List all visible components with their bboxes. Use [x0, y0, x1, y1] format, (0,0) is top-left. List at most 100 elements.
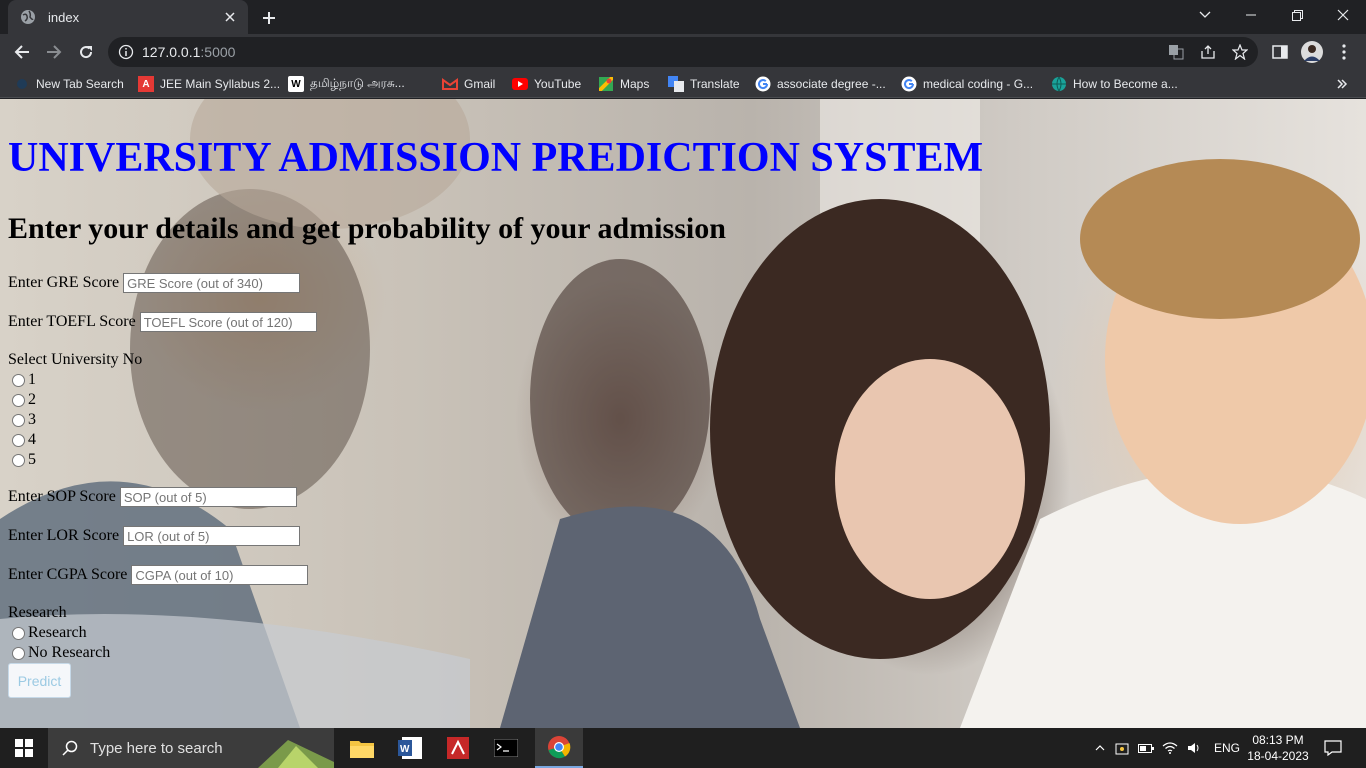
site-info-icon[interactable]	[118, 44, 134, 60]
share-icon[interactable]	[1200, 44, 1216, 60]
university-radio-3[interactable]: 3	[12, 411, 36, 429]
search-icon	[14, 76, 30, 92]
url-text: 127.0.0.1:5000	[142, 44, 236, 60]
battery-icon[interactable]	[1134, 743, 1158, 753]
taskbar-clock[interactable]: 08:13 PM 18-04-2023	[1244, 732, 1312, 764]
pdf-app-icon[interactable]	[434, 728, 482, 768]
side-panel-icon[interactable]	[1268, 40, 1292, 64]
bookmark-item[interactable]: Maps	[598, 76, 649, 92]
bookmark-item[interactable]: How to Become a...	[1051, 76, 1178, 92]
radio-button[interactable]	[12, 413, 25, 427]
sop-input[interactable]	[119, 487, 297, 507]
word-icon[interactable]: W	[386, 728, 434, 768]
gre-input[interactable]	[123, 273, 301, 293]
research-label: Research	[8, 604, 67, 621]
browser-toolbar: 127.0.0.1:5000	[0, 34, 1366, 70]
lor-row: Enter LOR Score	[8, 526, 301, 546]
browser-tab-strip: index	[0, 0, 1366, 34]
toefl-row: Enter TOEFL Score	[8, 312, 317, 332]
predict-button[interactable]: Predict	[8, 663, 71, 698]
university-radio-2[interactable]: 2	[12, 391, 36, 409]
radio-button[interactable]	[12, 393, 25, 407]
language-indicator[interactable]: ENG	[1214, 741, 1240, 755]
back-arrow-icon[interactable]	[10, 40, 34, 64]
minimize-icon[interactable]	[1228, 0, 1274, 30]
research-radio-no[interactable]: No Research	[12, 644, 110, 662]
university-radio-5[interactable]: 5	[12, 451, 36, 469]
terminal-icon[interactable]	[482, 728, 530, 768]
radio-label: 1	[28, 371, 36, 388]
windows-start-icon[interactable]	[0, 728, 48, 768]
cgpa-row: Enter CGPA Score	[8, 565, 309, 585]
radio-label: 3	[28, 411, 36, 428]
radio-label: 2	[28, 391, 36, 408]
university-radio-4[interactable]: 4	[12, 431, 36, 449]
restore-icon[interactable]	[1274, 0, 1320, 30]
radio-button[interactable]	[12, 453, 25, 467]
bookmark-label: தமிழ்நாடு அரசு...	[310, 76, 405, 90]
research-radio-yes[interactable]: Research	[12, 624, 87, 642]
bookmark-item[interactable]: associate degree -...	[755, 76, 886, 92]
radio-button[interactable]	[12, 433, 25, 447]
close-tab-icon[interactable]	[220, 7, 240, 27]
page-title: UNIVERSITY ADMISSION PREDICTION SYSTEM	[8, 135, 984, 181]
clock-time: 08:13 PM	[1252, 733, 1304, 747]
bookmark-item[interactable]: medical coding - G...	[901, 76, 1033, 92]
search-highlight-icon	[258, 732, 334, 768]
file-explorer-icon[interactable]	[338, 728, 386, 768]
page-subtitle: Enter your details and get probability o…	[8, 212, 726, 245]
browser-tab[interactable]: index	[8, 0, 248, 34]
university-label: Select University No	[8, 351, 143, 368]
cgpa-label: Enter CGPA Score	[8, 566, 128, 583]
chevron-up-icon[interactable]	[1090, 745, 1110, 751]
tab-title: index	[48, 9, 80, 25]
volume-icon[interactable]	[1182, 742, 1206, 754]
lor-label: Enter LOR Score	[8, 527, 120, 544]
bookmark-label: New Tab Search	[36, 77, 124, 91]
translate-icon	[668, 76, 684, 92]
radio-label: No Research	[28, 644, 111, 661]
bookmark-label: Gmail	[464, 77, 496, 91]
globe-icon	[20, 9, 36, 25]
bookmark-label: medical coding - G...	[923, 77, 1034, 91]
profile-avatar[interactable]	[1300, 40, 1324, 64]
notification-icon[interactable]	[1318, 728, 1348, 768]
background-photo	[0, 99, 1366, 728]
security-icon[interactable]	[1110, 741, 1134, 755]
gre-label: Enter GRE Score	[8, 274, 120, 291]
bookmark-label: JEE Main Syllabus 2...	[160, 77, 281, 91]
radio-button[interactable]	[12, 646, 25, 660]
gmail-icon	[442, 76, 458, 92]
wifi-icon[interactable]	[1158, 742, 1182, 754]
google-icon	[901, 76, 917, 92]
bookmark-item[interactable]: Translate	[668, 76, 740, 92]
university-radio-1[interactable]: 1	[12, 371, 36, 389]
address-bar[interactable]: 127.0.0.1:5000	[108, 37, 1258, 67]
new-tab-button[interactable]	[258, 7, 280, 29]
more-bookmarks-icon[interactable]	[1336, 76, 1348, 92]
radio-label: 4	[28, 431, 36, 448]
radio-button[interactable]	[12, 373, 25, 387]
bookmark-item[interactable]: A JEE Main Syllabus 2...	[138, 76, 280, 92]
reload-icon[interactable]	[74, 40, 98, 64]
taskbar-search[interactable]: Type here to search	[48, 728, 334, 768]
translate-page-icon[interactable]	[1168, 44, 1184, 60]
toefl-input[interactable]	[139, 312, 317, 332]
bookmark-item[interactable]: W தமிழ்நாடு அரசு...	[288, 76, 405, 92]
bookmark-item[interactable]: Gmail	[442, 76, 495, 92]
radio-label: 5	[28, 451, 36, 468]
bookmark-item[interactable]: YouTube	[512, 76, 581, 92]
menu-kebab-icon[interactable]	[1332, 40, 1356, 64]
bookmark-star-icon[interactable]	[1232, 44, 1248, 60]
svg-text:W: W	[400, 744, 410, 755]
maps-icon	[598, 76, 614, 92]
radio-button[interactable]	[12, 626, 25, 640]
system-tray: ENG	[1090, 728, 1240, 768]
chrome-icon[interactable]	[535, 728, 583, 768]
close-window-icon[interactable]	[1320, 0, 1366, 30]
cgpa-input[interactable]	[131, 565, 309, 585]
tab-search-icon[interactable]	[1182, 0, 1228, 30]
bookmark-item[interactable]: New Tab Search	[14, 76, 124, 92]
forward-arrow-icon[interactable]	[42, 40, 66, 64]
lor-input[interactable]	[123, 526, 301, 546]
